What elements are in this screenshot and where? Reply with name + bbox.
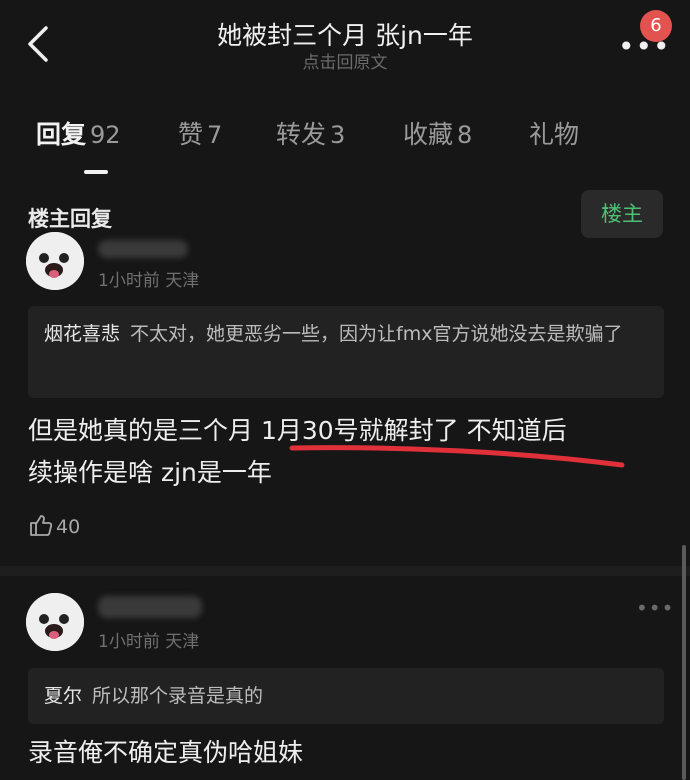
like-count: 40	[56, 516, 81, 538]
dog-avatar-icon	[26, 593, 84, 651]
comment-location: 天津	[165, 632, 200, 652]
quoted-reply[interactable]: 夏尔 所以那个录音是真的	[28, 668, 664, 724]
red-underline-annotation	[289, 445, 625, 468]
quoted-text: 所以那个录音是真的	[92, 685, 264, 707]
comment-more-button[interactable]: •••	[636, 596, 674, 620]
avatar[interactable]	[26, 593, 84, 651]
comment-body-line: 录音俺不确定真伪哈姐妹	[28, 738, 304, 767]
comment-meta: 1小时前 天津	[98, 627, 199, 652]
like-button[interactable]: 40	[28, 512, 80, 538]
comment-time: 1小时前	[98, 632, 160, 652]
thumbs-up-icon	[30, 515, 53, 536]
quoted-username[interactable]: 夏尔	[44, 685, 82, 707]
comment-divider	[0, 566, 690, 576]
username-obscured	[98, 596, 202, 618]
scrollbar[interactable]	[682, 545, 686, 780]
comment-body: 录音俺不确定真伪哈姐妹	[28, 732, 668, 774]
